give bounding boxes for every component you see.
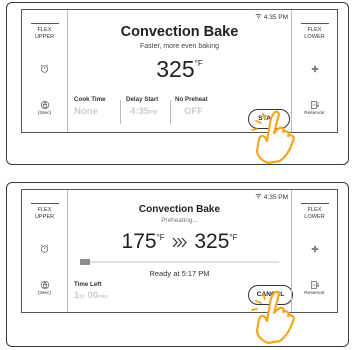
cook-time-option[interactable]: Cook Time None (74, 96, 106, 130)
preheat-progress-bar (80, 259, 279, 265)
target-temp-unit: °F (229, 233, 238, 242)
lock-hold-label: (3sec) (37, 111, 52, 116)
mode-title: Convection Bake (120, 24, 239, 40)
current-temp-unit: °F (156, 233, 165, 242)
no-preheat-option[interactable]: No Preheat OFF (175, 96, 208, 130)
delay-start-label: Delay Start (126, 96, 159, 103)
current-temperature: 175 (121, 230, 157, 253)
progress-fill (80, 259, 90, 265)
fan-icon[interactable] (292, 64, 337, 77)
set-temperature[interactable]: 325°F (68, 56, 291, 83)
side-divider-line (301, 23, 329, 24)
ready-time: Ready at 5:17 PM (149, 269, 210, 278)
left-side-column: FLEX UPPER (3sec) (22, 190, 68, 312)
delay-start-value: 4:35PM (130, 106, 158, 117)
side-divider-line (31, 203, 59, 204)
flex-lower-button[interactable]: FLEX LOWER (292, 207, 337, 220)
oven-panel-preheating: FLEX UPPER (3sec) 4:35 PM Convection Bak… (6, 182, 349, 347)
time-left-label: Time Left (74, 281, 102, 288)
left-side-column: FLEX UPPER (3sec) (22, 10, 68, 132)
delay-start-time: 4:35 (130, 106, 150, 117)
flex-upper-label-line2: UPPER (34, 33, 55, 40)
status-time: 4:35 PM (263, 14, 288, 21)
hand-pointer-icon (251, 290, 296, 345)
progress-track (80, 261, 279, 263)
flex-lower-label-line2: LOWER (304, 213, 325, 220)
no-preheat-label: No Preheat (175, 96, 208, 103)
flex-upper-button[interactable]: FLEX UPPER (22, 207, 67, 220)
temperature-readout: 175°F 325°F (68, 230, 291, 254)
time-left-minutes: 00 (87, 290, 99, 301)
time-left-hours-unit: hr (79, 294, 85, 300)
wifi-icon (255, 13, 262, 21)
flex-lower-label-line2: LOWER (304, 33, 325, 40)
mode-title: Convection Bake (138, 204, 221, 215)
timer-icon[interactable] (22, 244, 67, 256)
flex-upper-button[interactable]: FLEX UPPER (22, 27, 67, 40)
flex-lower-button[interactable]: FLEX LOWER (292, 27, 337, 40)
side-divider-line (301, 203, 329, 204)
delay-start-unit: PM (149, 110, 158, 116)
option-divider (170, 100, 171, 124)
target-temperature: 325 (194, 230, 230, 253)
lock-hold-label: (3sec) (37, 291, 52, 296)
cook-time-label: Cook Time (74, 96, 106, 103)
timer-icon[interactable] (22, 64, 67, 76)
status-time: 4:35 PM (263, 194, 288, 201)
time-left-minutes-unit: min (98, 294, 108, 300)
fan-icon[interactable] (292, 244, 337, 257)
mode-subtitle: Faster, more even baking (140, 43, 219, 50)
no-preheat-value: OFF (184, 106, 203, 117)
flex-upper-label-line2: UPPER (34, 213, 55, 220)
preheat-status: Preheating... (161, 217, 198, 224)
temperature-unit: °F (194, 59, 203, 68)
hand-pointer-icon (251, 110, 296, 165)
cook-time-value: None (74, 106, 98, 117)
time-left-option[interactable]: Time Left 1hr 00min (74, 281, 108, 315)
option-divider (120, 100, 121, 124)
wifi-icon (255, 193, 262, 201)
temperature-value: 325 (156, 56, 195, 82)
delay-start-option[interactable]: Delay Start 4:35PM (126, 96, 158, 130)
status-bar: 4:35 PM (255, 193, 288, 201)
status-bar: 4:35 PM (255, 13, 288, 21)
oven-panel-setup: FLEX UPPER (3sec) 4:35 PM Convection Bak… (6, 2, 349, 165)
double-arrow-icon (172, 230, 188, 254)
side-divider-line (31, 23, 59, 24)
time-left-value: 1hr 00min (74, 290, 108, 301)
